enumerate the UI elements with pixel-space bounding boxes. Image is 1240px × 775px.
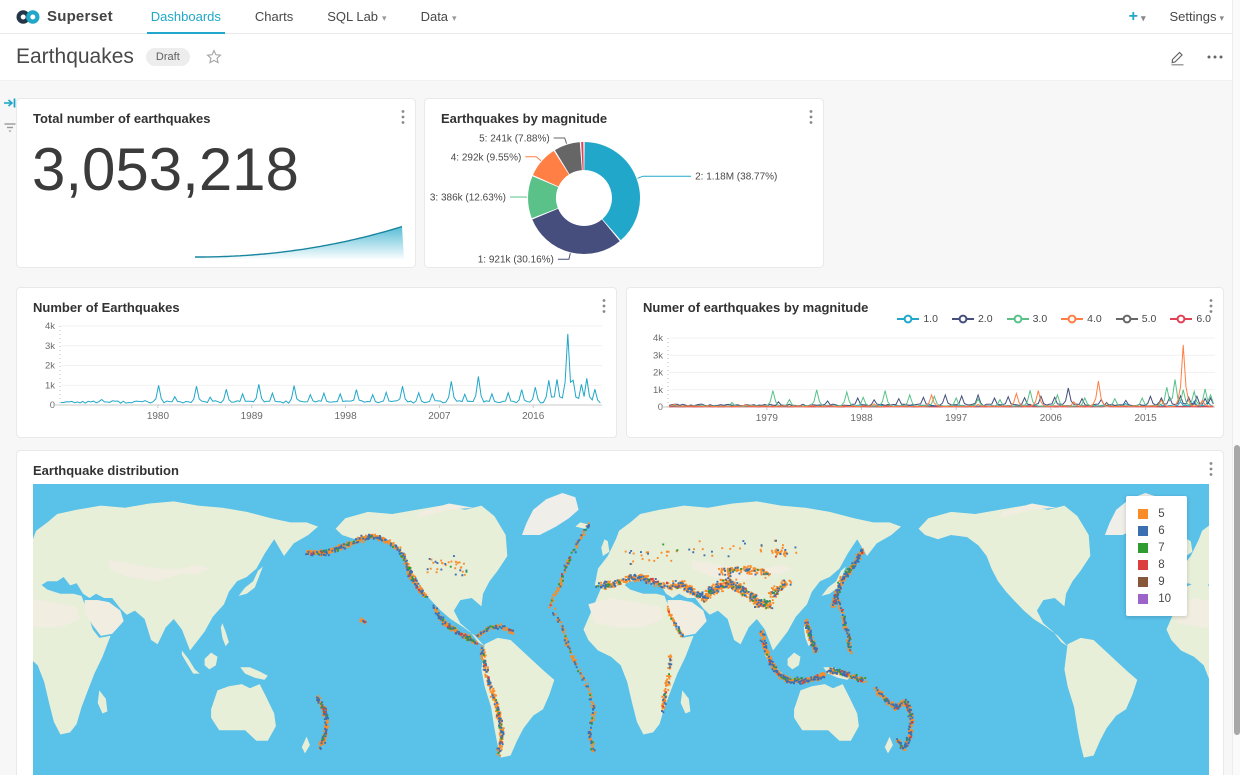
svg-text:5: 241k (7.88%): 5: 241k (7.88%)	[479, 134, 550, 145]
edit-pencil-icon[interactable]	[1169, 49, 1186, 66]
chevron-down-icon: ▾	[1141, 13, 1146, 23]
page-title: Earthquakes	[16, 45, 134, 69]
superset-logo[interactable]: Superset	[16, 8, 113, 25]
legend-label: 9	[1158, 576, 1164, 588]
legend-label: 8	[1158, 559, 1164, 571]
svg-text:2016: 2016	[522, 411, 545, 422]
infinity-logo-icon	[16, 9, 40, 25]
map-legend-row: 7	[1138, 539, 1171, 556]
multiseries-line-chart: 01k2k3k4k19791988199720062015	[627, 288, 1223, 437]
map-legend-row: 5	[1138, 505, 1171, 522]
filter-funnel-icon[interactable]	[2, 122, 18, 134]
svg-text:1989: 1989	[241, 411, 264, 422]
card-earthquakes-by-magnitude-timeseries: Numer of earthquakes by magnitude 1.0 2.…	[626, 287, 1224, 438]
svg-text:2006: 2006	[1040, 413, 1063, 424]
svg-text:1k: 1k	[45, 380, 55, 391]
favorite-star-icon[interactable]	[206, 49, 222, 65]
svg-text:4k: 4k	[653, 333, 663, 344]
map-legend-row: 10	[1138, 590, 1171, 607]
legend-label: 10	[1158, 593, 1171, 605]
svg-text:2007: 2007	[428, 411, 451, 422]
superset-dashboard-page: Superset Dashboards Charts SQL Lab▾ Data…	[0, 0, 1240, 775]
svg-text:3k: 3k	[45, 341, 55, 352]
card-earthquake-distribution: Earthquake distribution 5 6 7 8 9 10	[16, 450, 1224, 775]
svg-text:1979: 1979	[756, 413, 779, 424]
svg-text:1988: 1988	[850, 413, 873, 424]
svg-text:3: 386k (12.63%): 3: 386k (12.63%)	[430, 193, 506, 204]
legend-swatch	[1138, 560, 1148, 570]
world-map-canvas[interactable]	[33, 484, 1209, 775]
chart-title: Total number of earthquakes	[33, 111, 210, 126]
nav-sql-lab[interactable]: SQL Lab▾	[323, 0, 390, 34]
svg-text:4: 292k (9.55%): 4: 292k (9.55%)	[451, 152, 522, 163]
nav-data[interactable]: Data▾	[417, 0, 461, 34]
svg-text:2015: 2015	[1134, 413, 1157, 424]
svg-text:2k: 2k	[45, 361, 55, 372]
more-options-icon[interactable]	[1206, 54, 1224, 60]
legend-swatch	[1138, 543, 1148, 553]
chart-kebab-menu-icon[interactable]	[401, 109, 405, 130]
legend-label: 6	[1158, 525, 1164, 537]
svg-text:2k: 2k	[653, 368, 663, 379]
nav-dashboards[interactable]: Dashboards	[147, 0, 225, 34]
svg-text:2: 1.18M (38.77%): 2: 1.18M (38.77%)	[695, 172, 777, 183]
map-legend: 5 6 7 8 9 10	[1126, 496, 1187, 616]
legend-label: 7	[1158, 542, 1164, 554]
scrollbar-thumb[interactable]	[1234, 445, 1240, 735]
nav-charts[interactable]: Charts	[251, 0, 297, 34]
card-number-of-earthquakes: Number of Earthquakes 01k2k3k4k198019891…	[16, 287, 617, 438]
map-legend-row: 8	[1138, 556, 1171, 573]
svg-text:1: 921k (30.16%): 1: 921k (30.16%)	[478, 255, 554, 266]
card-earthquakes-by-magnitude: Earthquakes by magnitude 2: 1.18M (38.77…	[424, 98, 824, 268]
trendline-chart	[195, 223, 405, 261]
map-legend-row: 9	[1138, 573, 1171, 590]
chevron-down-icon: ▾	[452, 13, 457, 23]
chart-kebab-menu-icon[interactable]	[1209, 461, 1213, 482]
svg-text:3k: 3k	[653, 350, 663, 361]
timeseries-line-chart: 01k2k3k4k19801989199820072016	[17, 288, 616, 437]
big-number-value: 3,053,218	[32, 135, 299, 204]
card-total-earthquakes: Total number of earthquakes 3,053,218	[16, 98, 416, 268]
chevron-down-icon: ▾	[382, 13, 387, 23]
filter-rail	[2, 96, 18, 134]
dashboard-header: Earthquakes Draft	[0, 34, 1240, 81]
top-navbar: Superset Dashboards Charts SQL Lab▾ Data…	[0, 0, 1240, 34]
legend-label: 5	[1158, 508, 1164, 520]
expand-filter-bar-icon[interactable]	[2, 96, 18, 110]
map-legend-row: 6	[1138, 522, 1171, 539]
svg-text:4k: 4k	[45, 321, 55, 332]
svg-text:1997: 1997	[945, 413, 968, 424]
svg-text:1998: 1998	[334, 411, 357, 422]
status-badge: Draft	[146, 48, 190, 66]
legend-swatch	[1138, 594, 1148, 604]
settings-menu[interactable]: Settings▾	[1169, 9, 1224, 24]
world-map[interactable]: 5 6 7 8 9 10	[33, 484, 1209, 775]
chart-title: Earthquake distribution	[33, 463, 179, 478]
legend-swatch	[1138, 509, 1148, 519]
legend-swatch	[1138, 526, 1148, 536]
svg-text:1980: 1980	[147, 411, 170, 422]
chevron-down-icon: ▾	[1219, 13, 1224, 23]
page-scrollbar[interactable]	[1232, 0, 1240, 775]
new-item-button[interactable]: +▾	[1129, 8, 1146, 26]
legend-swatch	[1138, 577, 1148, 587]
brand-name: Superset	[47, 8, 113, 25]
svg-text:1k: 1k	[653, 385, 663, 396]
donut-chart: 2: 1.18M (38.77%) 1: 921k (30.16%) 3: 386k…	[425, 99, 823, 267]
